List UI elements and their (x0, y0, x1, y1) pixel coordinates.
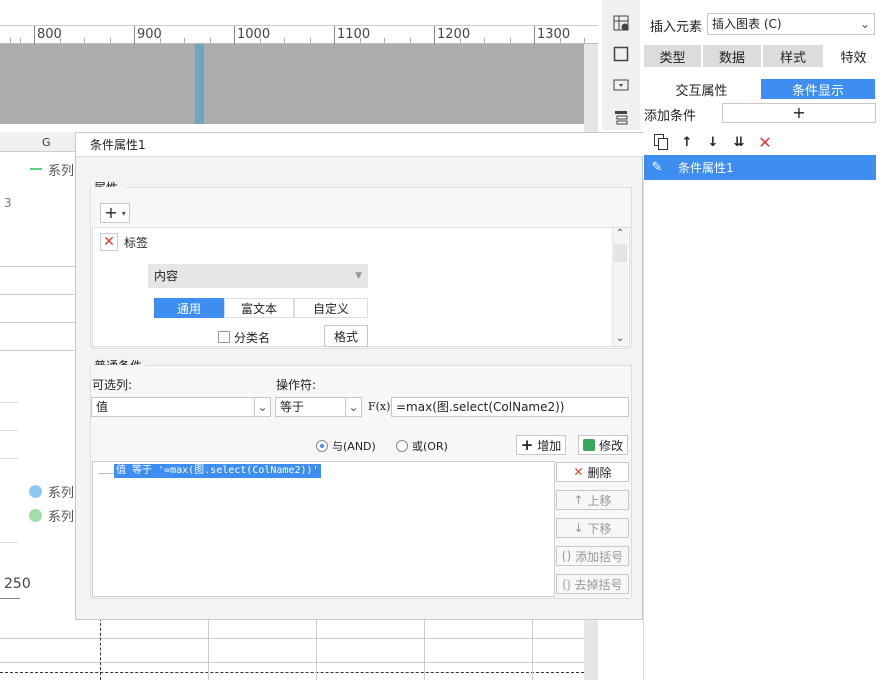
operator-select[interactable]: 等于 ⌄ (275, 397, 362, 417)
chevron-down-icon[interactable]: ⌄ (616, 333, 624, 344)
tab-effect[interactable]: 特效 (825, 45, 882, 67)
legend-dot-icon (29, 509, 42, 522)
move-up-button[interactable]: ↑ 上移 (556, 490, 629, 510)
right-panel (602, 0, 886, 680)
tab-general[interactable]: 通用 (154, 298, 224, 318)
ruler-tick: 1000 (234, 26, 270, 44)
chevron-down-icon: ▾ (121, 208, 126, 218)
insert-chart-select-value: 插入图表 (C) (712, 17, 782, 31)
edit-pencil-icon: ✎ (651, 160, 663, 175)
subtab-conditional-display[interactable]: 条件显示 (761, 79, 875, 99)
plus-icon: + (792, 103, 806, 122)
condition-property-dialog: 条件属性1 属性 +▾ ✕ 标签 内容 ▼ 通用 富文本 自定义 分类名 格式 … (75, 132, 643, 620)
insert-chart-select[interactable]: 插入图表 (C) ⌄ (707, 13, 875, 35)
tab-rich-text[interactable]: 富文本 (224, 298, 294, 318)
list-widget-icon[interactable] (610, 106, 632, 128)
chevron-down-icon: ⌄ (859, 17, 870, 31)
condition-list-item[interactable]: ✎ 条件属性1 (644, 155, 876, 180)
or-radio-label: 或(OR) (412, 440, 448, 453)
formula-input[interactable]: =max(图.select(ColName2)) (391, 397, 629, 417)
plus-icon: + (520, 436, 534, 454)
subtab-interaction[interactable]: 交互属性 (644, 79, 759, 99)
copy-icon[interactable] (652, 133, 670, 151)
format-button[interactable]: 格式 (324, 325, 368, 347)
insert-element-label: 插入元素 (650, 20, 703, 35)
ruler-tick: 800 (34, 26, 62, 44)
move-bottom-icon[interactable]: ⇊ (730, 135, 748, 150)
tab-custom[interactable]: 自定义 (294, 298, 368, 318)
delete-icon: ✕ (573, 465, 584, 479)
right-panel-divider (643, 180, 644, 680)
radio-dot (320, 444, 324, 448)
operator-label: 操作符: (276, 378, 317, 392)
category-checkbox-label: 分类名 (234, 331, 271, 345)
chevron-up-icon[interactable]: ⌃ (616, 228, 624, 239)
cell-icon[interactable] (610, 12, 632, 34)
property-scrollbar[interactable]: ⌃ ⌄ (612, 228, 628, 346)
and-radio[interactable] (316, 440, 328, 452)
legend-dot-icon (29, 485, 42, 498)
right-icon-column (602, 0, 640, 130)
or-radio[interactable] (396, 440, 408, 452)
arrow-down-icon: ↓ (573, 521, 584, 535)
ruler-tick: 1100 (334, 26, 370, 44)
canvas-column-marker (195, 44, 204, 124)
legend-text: 系列 (48, 486, 75, 501)
legend-text: 系列 (48, 510, 75, 525)
tab-style[interactable]: 样式 (763, 45, 823, 67)
remove-bracket-button[interactable]: ⟮⟯ 去掉括号 (556, 574, 629, 594)
delete-icon[interactable]: ✕ (756, 133, 774, 152)
series-line (30, 168, 42, 170)
chevron-down-icon: ⌄ (254, 398, 270, 416)
sheet-grid (0, 618, 584, 680)
edit-button[interactable]: 修改 (578, 435, 628, 455)
side-number: 3 (4, 196, 12, 210)
condition-list-item-label: 条件属性1 (678, 161, 734, 175)
arrow-up-icon[interactable]: ↑ (678, 135, 696, 150)
tab-data[interactable]: 数据 (703, 45, 761, 67)
move-down-button[interactable]: ↓ 下移 (556, 518, 629, 538)
top-toolbar (0, 0, 598, 26)
canvas-area (0, 44, 598, 124)
add-button[interactable]: + 增加 (516, 435, 566, 455)
column-header-g: G (42, 136, 51, 149)
arrow-up-icon: ↑ (573, 493, 584, 507)
ruler-tick: 1300 (534, 26, 570, 44)
remove-property-icon[interactable]: ✕ (100, 233, 118, 251)
scroll-thumb[interactable] (614, 244, 627, 262)
remove-bracket-icon: ⟮⟯ (562, 576, 571, 591)
category-checkbox[interactable] (218, 331, 230, 343)
axis-value: 250 (4, 576, 31, 592)
property-label-tag: 标签 (124, 236, 149, 250)
horizontal-ruler: 800 900 1000 1100 1200 1300 (0, 26, 598, 44)
delete-button[interactable]: ✕ 删除 (556, 462, 629, 482)
chevron-down-icon: ⌄ (345, 398, 361, 416)
bracket-icon: () (561, 549, 572, 563)
dropdown-widget-icon[interactable] (610, 74, 632, 96)
condition-list-toolbar: ↑ ↓ ⇊ ✕ (644, 130, 876, 154)
column-label: 可选列: (92, 378, 133, 392)
plus-icon: + (104, 203, 118, 222)
modify-icon (582, 439, 595, 451)
chevron-down-icon: ▼ (355, 271, 362, 281)
add-bracket-button[interactable]: () 添加括号 (556, 546, 629, 566)
tab-type[interactable]: 类型 (644, 45, 701, 67)
ruler-tick: 900 (134, 26, 162, 44)
legend-text: 系列 (48, 164, 75, 179)
add-property-button[interactable]: + ▾ (100, 203, 130, 223)
arrow-down-icon[interactable]: ↓ (704, 135, 722, 150)
condition-item[interactable]: 值 等于 '=max(图.select(ColName2))' (114, 464, 321, 478)
dialog-title: 条件属性1 (76, 133, 643, 157)
condition-list (92, 461, 555, 597)
add-condition-button[interactable]: + (722, 103, 876, 123)
ruler-tick: 1200 (434, 26, 470, 44)
formula-button[interactable]: F(x) (368, 397, 390, 417)
column-select[interactable]: 值 ⌄ (91, 397, 271, 417)
and-radio-label: 与(AND) (332, 440, 376, 453)
frame-icon[interactable] (610, 43, 632, 65)
add-condition-label: 添加条件 (644, 109, 697, 124)
content-select[interactable]: 内容 ▼ (148, 264, 368, 288)
